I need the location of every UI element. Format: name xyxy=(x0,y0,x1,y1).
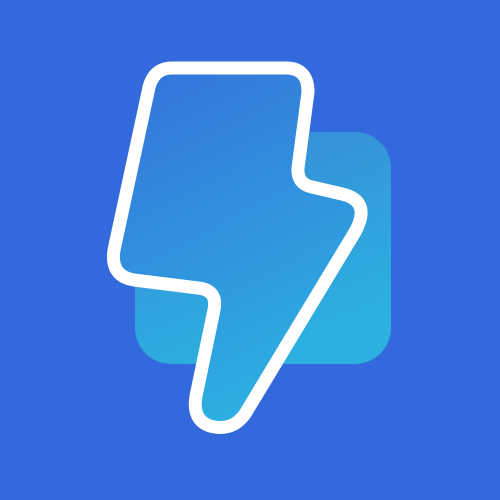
bolt-shape xyxy=(106,61,368,434)
lightning-bolt-icon xyxy=(106,61,391,434)
app-logo xyxy=(0,0,500,500)
